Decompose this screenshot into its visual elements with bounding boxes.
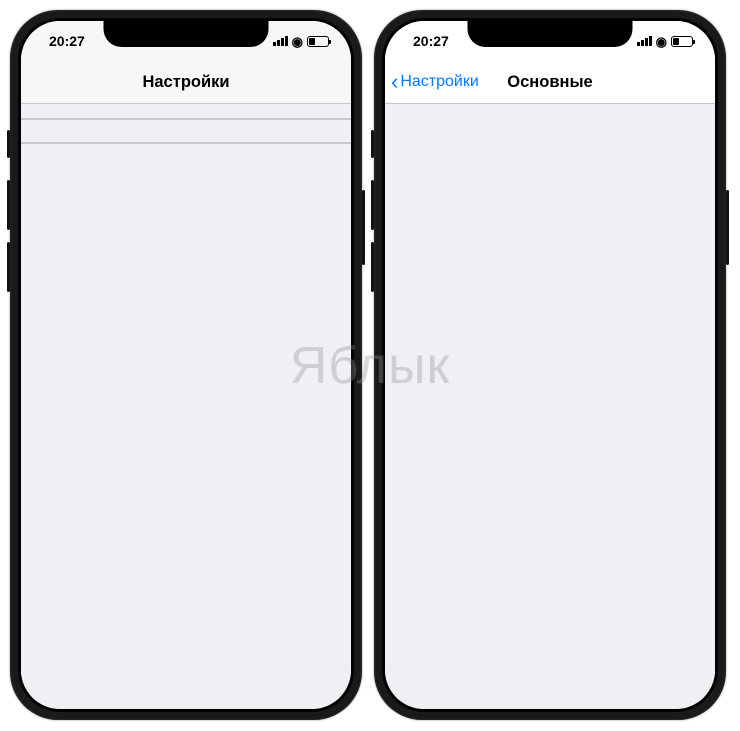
battery-icon [307,36,329,47]
settings-list[interactable] [21,104,351,709]
status-time: 20:27 [49,33,85,49]
page-title: Настройки [142,73,229,92]
nav-bar: Настройки [21,61,351,104]
phone-frame-right: 20:27 ◉ ‹ Настройки Основные [374,10,726,720]
phone-frame-left: 20:27 ◉ Настройки [10,10,362,720]
back-button[interactable]: ‹ Настройки [391,61,479,103]
wifi-icon: ◉ [292,35,303,48]
page-title: Основные [507,73,592,92]
signal-icon [273,36,288,46]
status-time: 20:27 [413,33,449,49]
battery-icon [671,36,693,47]
nav-bar: ‹ Настройки Основные [385,61,715,104]
notch [468,21,633,47]
settings-group [21,142,351,144]
signal-icon [637,36,652,46]
wifi-icon: ◉ [656,35,667,48]
general-list[interactable] [385,104,715,709]
chevron-left-icon: ‹ [391,71,398,93]
back-label: Настройки [400,73,478,91]
settings-group [21,118,351,120]
notch [104,21,269,47]
